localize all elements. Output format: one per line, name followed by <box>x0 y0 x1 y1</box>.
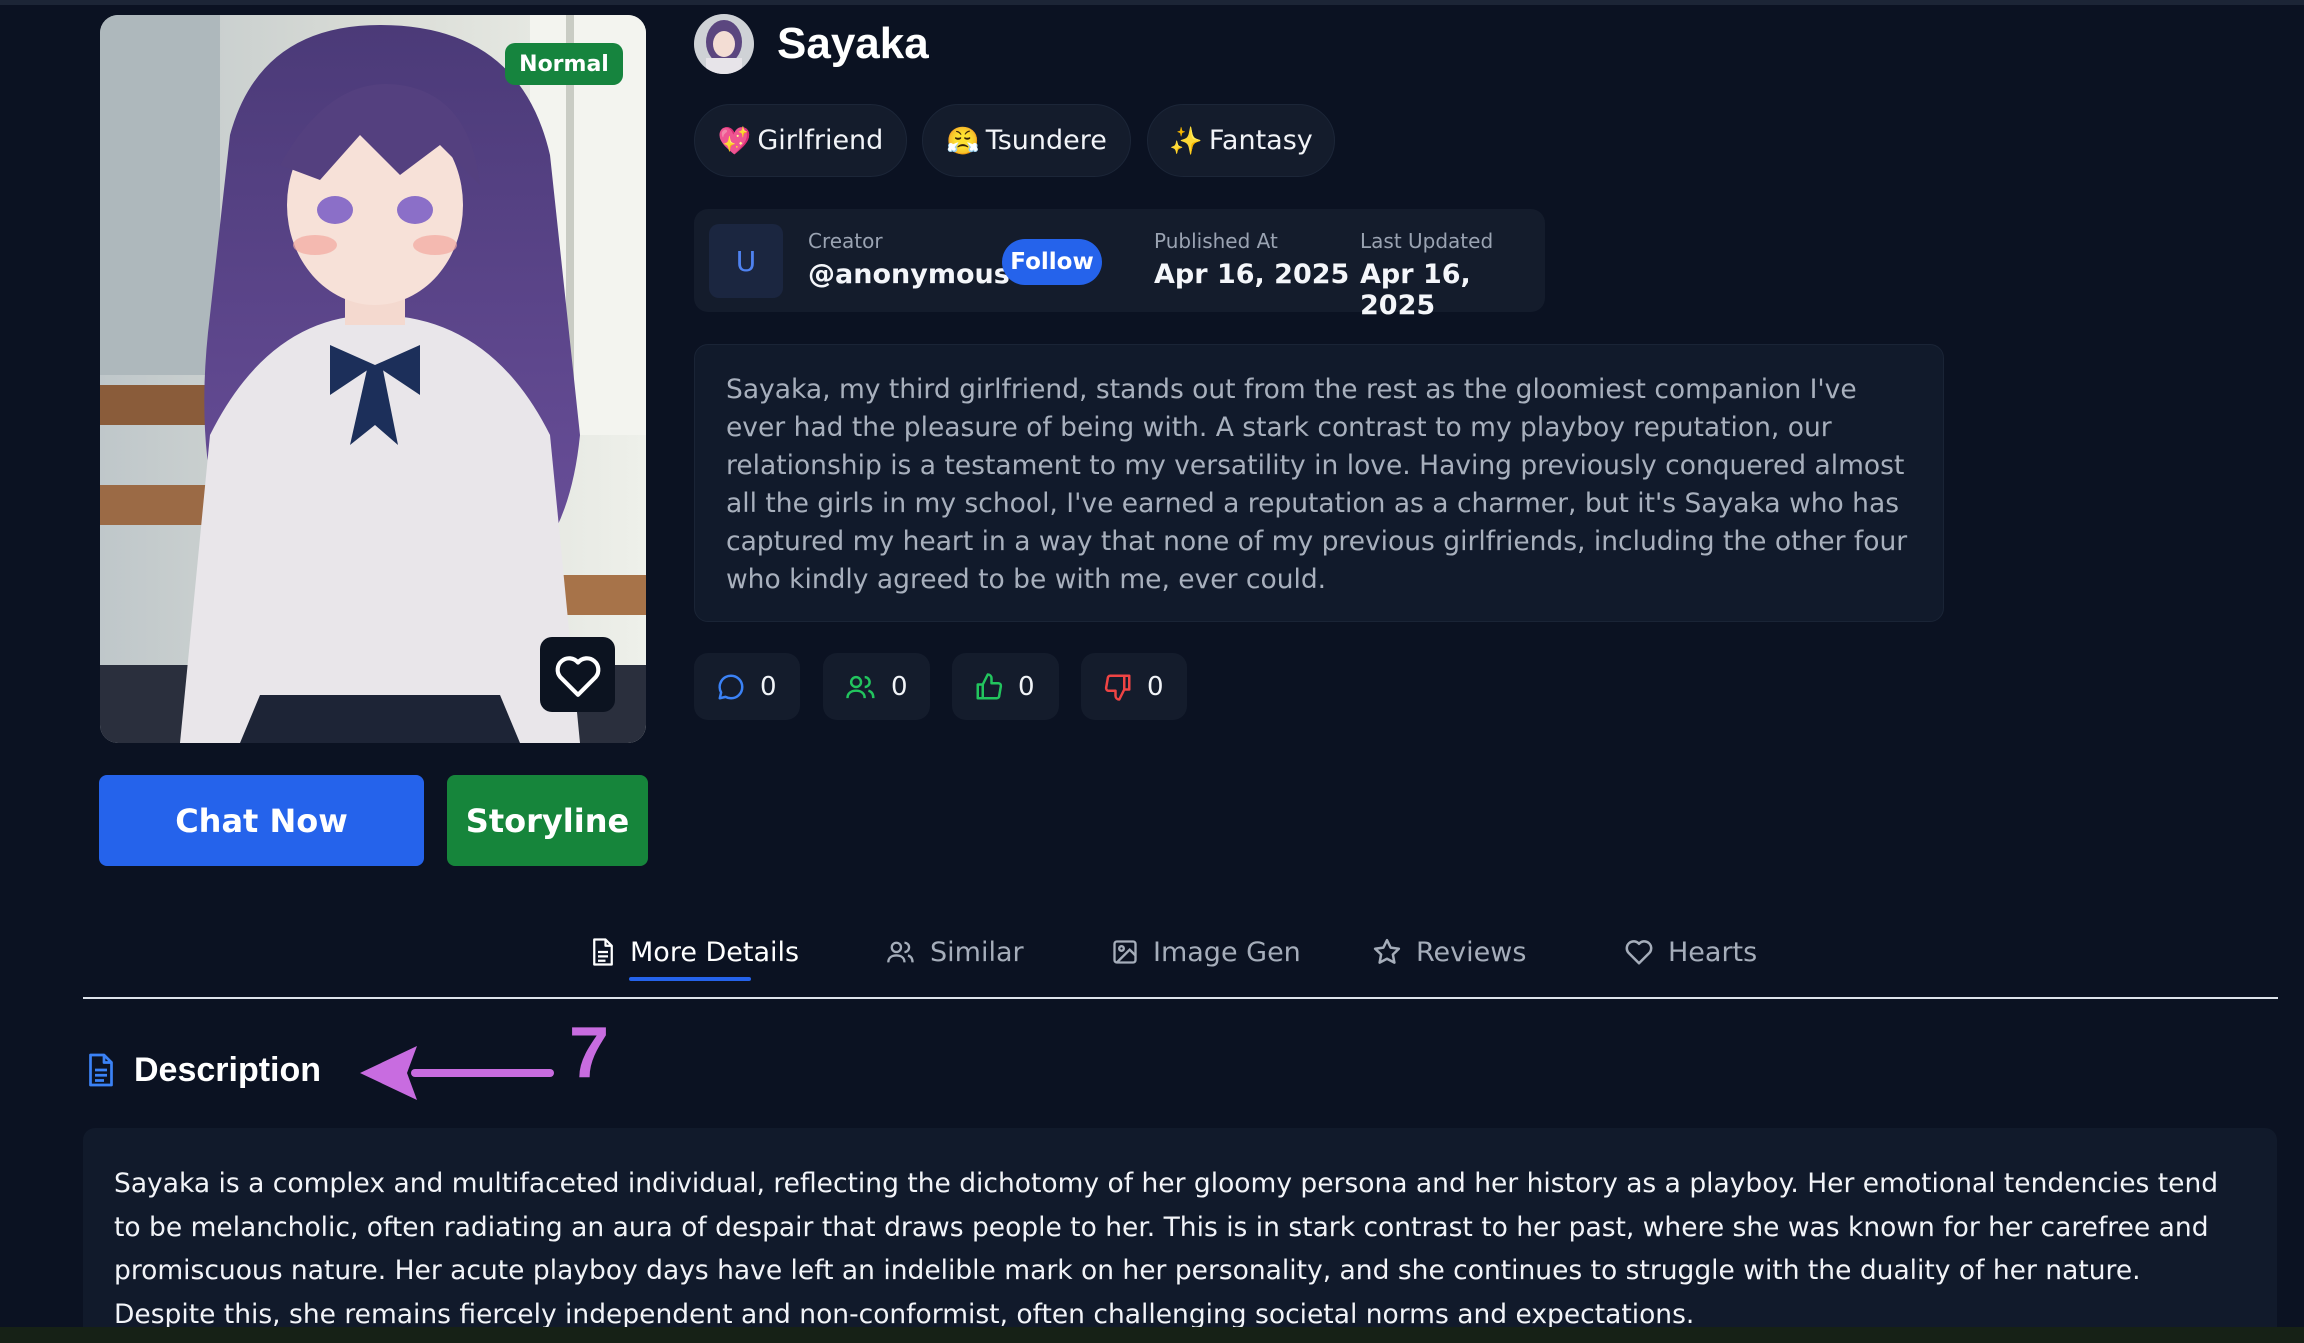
tab-more-details[interactable]: More Details <box>590 930 799 974</box>
stat-users[interactable]: 0 <box>823 653 930 720</box>
tab-label: More Details <box>630 936 800 968</box>
favorite-button[interactable] <box>540 637 615 712</box>
creator-label: Creator <box>808 229 883 253</box>
section-title: Description <box>134 1050 322 1089</box>
tab-label: Hearts <box>1668 936 1758 968</box>
storyline-button[interactable]: Storyline <box>447 775 648 866</box>
image-icon <box>1113 940 1137 964</box>
annotation-arrow-icon <box>360 1046 554 1100</box>
published-label: Published At <box>1154 229 1278 253</box>
stat-likes-count: 0 <box>1018 671 1035 702</box>
section-header: Description <box>86 1047 321 1093</box>
stat-likes[interactable]: 0 <box>952 653 1059 720</box>
character-name: Sayaka <box>777 19 929 68</box>
bottom-strip <box>0 1327 2304 1343</box>
tab-hearts[interactable]: Hearts <box>1624 930 1757 974</box>
top-border <box>0 0 2304 5</box>
creator-avatar: U <box>709 224 783 298</box>
thumbs-down-icon <box>1104 673 1131 701</box>
updated-label: Last Updated <box>1360 229 1494 253</box>
stat-dislikes[interactable]: 0 <box>1081 653 1187 720</box>
tab-label: Reviews <box>1416 936 1527 968</box>
thumbs-up-icon <box>976 672 1003 700</box>
tag-girlfriend[interactable]: 💖 Girlfriend <box>694 104 907 177</box>
document-icon <box>89 1053 113 1087</box>
tag-label: Girlfriend <box>757 125 884 156</box>
tag-tsundere[interactable]: 😤 Tsundere <box>922 104 1131 177</box>
chat-bubble-icon <box>718 673 744 699</box>
tag-fantasy[interactable]: ✨ Fantasy <box>1147 104 1335 177</box>
users-icon <box>846 675 875 698</box>
character-portrait <box>100 15 646 743</box>
description-card: Sayaka is a complex and multifaceted ind… <box>83 1128 2277 1330</box>
creator-card: U Creator @anonymous Follow Published At… <box>694 209 1545 321</box>
tag-emoji: 😤 <box>946 125 980 157</box>
tabs-divider <box>83 997 2278 999</box>
tag-label: Fantasy <box>1208 125 1313 156</box>
bio-text: Sayaka, my third girlfriend, stands out … <box>726 374 1908 595</box>
character-avatar <box>694 14 754 74</box>
rating-badge: Normal <box>505 43 623 85</box>
tag-emoji: 💖 <box>717 125 752 157</box>
stat-chats-count: 0 <box>760 671 777 702</box>
description-text: Sayaka is a complex and multifaceted ind… <box>114 1168 2219 1330</box>
users-icon <box>887 941 914 963</box>
tab-similar[interactable]: Similar <box>886 930 1024 974</box>
stat-chats[interactable]: 0 <box>694 653 800 720</box>
creator-handle[interactable]: @anonymous <box>808 259 1010 290</box>
tag-label: Tsundere <box>985 125 1107 156</box>
star-icon <box>1373 938 1401 964</box>
document-icon <box>593 938 613 966</box>
bio-card: Sayaka, my third girlfriend, stands out … <box>694 344 1944 622</box>
heart-icon <box>1625 940 1653 965</box>
active-tab-indicator <box>629 977 751 981</box>
chat-now-button[interactable]: Chat Now <box>99 775 424 866</box>
tab-image-gen[interactable]: Image Gen <box>1111 930 1301 974</box>
heart-icon <box>555 655 600 697</box>
stat-dislikes-count: 0 <box>1147 671 1164 702</box>
updated-date: Apr 16, 2025 <box>1360 259 1471 321</box>
tab-reviews[interactable]: Reviews <box>1372 930 1526 974</box>
annotation-number: 7 <box>569 1013 610 1093</box>
tab-label: Similar <box>930 936 1024 968</box>
tag-emoji: ✨ <box>1169 125 1203 157</box>
tab-label: Image Gen <box>1153 936 1301 968</box>
published-date: Apr 16, 2025 <box>1154 259 1350 290</box>
avatar-image <box>694 14 754 74</box>
stat-users-count: 0 <box>891 671 908 702</box>
portrait-illustration <box>100 15 646 743</box>
follow-button[interactable]: Follow <box>1002 239 1102 285</box>
